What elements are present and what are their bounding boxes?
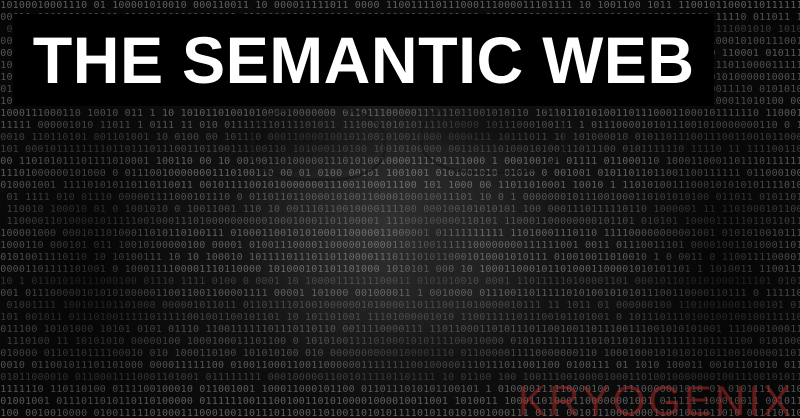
binary-line: 111101000000101000 0 0111001000000011101… <box>0 168 800 179</box>
binary-line: 0010001001 111101010110110110011 0010111… <box>0 180 800 191</box>
page-title: THE SEMANTIC WEB <box>32 23 695 97</box>
binary-line: 110 1 01101010111000100 01110 1111 0100 … <box>0 276 800 287</box>
glasses-right-lens <box>420 98 566 174</box>
binary-line: 0001 01110000010101010000011001100110000… <box>0 288 800 299</box>
binary-line: 1 11000011010000101111100100011101000000… <box>0 216 800 227</box>
banner-image: 010100010001110 01 100001010010 00011001… <box>0 0 800 418</box>
binary-line: 100 110101011101111010001 100110 00 10 0… <box>0 156 800 167</box>
glasses-left-lens <box>250 105 386 181</box>
binary-line: 01000110 000101 011 10010100000100 00001… <box>0 240 800 251</box>
binary-line: 0 01 1111 010 01110 000001111000101110 0… <box>0 192 800 203</box>
binary-line: 0101 001011 0111010011111011111001001100… <box>0 312 800 323</box>
binary-line: 011111 000001010 11011 1 0111 11 010 011… <box>0 120 800 131</box>
binary-line: 100001101111101001 0 1000111100001110110… <box>0 264 800 275</box>
binary-line: 101010011110110 10 10100111 10 10 100010… <box>0 252 800 263</box>
binary-line: 10010 011001011101101000 000011111100 01… <box>0 360 800 371</box>
watermark-logo: KRYOGENIX <box>518 377 794 418</box>
binary-line: 1 1110100 11 10101010 00000100 100010001… <box>0 336 800 347</box>
binary-line: 1010000 0110110111100010 010 1000110100 … <box>0 348 800 359</box>
binary-line: 0100001000 00010110100011010110100111 01… <box>0 228 800 239</box>
binary-line: 01000111000110 10010 011 1 10 1010110100… <box>0 108 800 119</box>
binary-line: 1 01001111 100101101101000 000001011011 … <box>0 300 800 311</box>
title-banner: THE SEMANTIC WEB <box>13 14 714 106</box>
binary-line: 10010 110110101 001101001 10 0100 00 101… <box>0 132 800 143</box>
binary-line: 0 110010 100010 01 0 1001010 0 10011001 … <box>0 204 800 215</box>
binary-line: 0011100 10101000 10101 0101 01110 110011… <box>0 324 800 335</box>
binary-line: 1101 00010111111110110111011100110110011… <box>0 144 800 155</box>
binary-line: 010100010001110 01 100001010010 00011001… <box>0 0 800 11</box>
